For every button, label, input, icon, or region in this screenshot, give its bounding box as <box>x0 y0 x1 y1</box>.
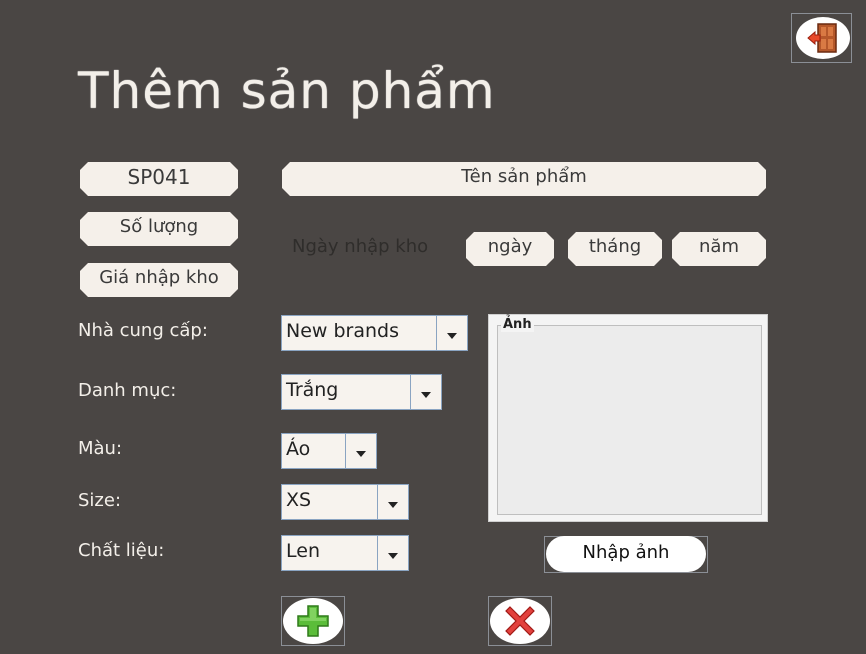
chevron-down-icon[interactable] <box>437 316 467 350</box>
size-value: XS <box>282 485 378 519</box>
x-icon <box>505 606 535 636</box>
supplier-value: New brands <box>282 316 437 350</box>
category-label: Danh mục: <box>78 380 177 401</box>
import-image-button[interactable]: Nhập ảnh <box>546 536 706 572</box>
day-field[interactable]: ngày <box>466 232 554 266</box>
color-select[interactable]: Áo <box>281 433 377 469</box>
supplier-select[interactable]: New brands <box>281 315 468 351</box>
page-title: Thêm sản phẩm <box>78 62 496 120</box>
chevron-down-icon[interactable] <box>378 536 408 570</box>
material-label: Chất liệu: <box>78 540 165 561</box>
image-panel: Ảnh <box>488 314 768 522</box>
quantity-field[interactable]: Số lượng <box>80 212 238 246</box>
cancel-button[interactable] <box>490 598 550 644</box>
size-select[interactable]: XS <box>281 484 409 520</box>
image-preview-area <box>497 325 762 515</box>
chevron-down-icon[interactable] <box>346 434 376 468</box>
category-select[interactable]: Trắng <box>281 374 442 410</box>
size-label: Size: <box>78 490 122 511</box>
image-panel-caption: Ảnh <box>501 317 534 332</box>
chevron-down-icon[interactable] <box>378 485 408 519</box>
exit-button[interactable] <box>796 17 850 59</box>
material-value: Len <box>282 536 378 570</box>
product-id-field[interactable]: SP041 <box>80 162 238 196</box>
product-name-field[interactable]: Tên sản phẩm <box>282 162 766 196</box>
import-price-field[interactable]: Giá nhập kho <box>80 263 238 297</box>
chevron-down-icon[interactable] <box>411 375 441 409</box>
import-date-label: Ngày nhập kho <box>292 236 429 257</box>
color-label: Màu: <box>78 438 123 459</box>
door-exit-icon <box>807 23 837 53</box>
month-field[interactable]: tháng <box>568 232 662 266</box>
year-field[interactable]: năm <box>672 232 766 266</box>
color-value: Áo <box>282 434 346 468</box>
plus-icon <box>297 605 329 637</box>
supplier-label: Nhà cung cấp: <box>78 320 208 341</box>
category-value: Trắng <box>282 375 411 409</box>
add-button[interactable] <box>283 598 343 644</box>
material-select[interactable]: Len <box>281 535 409 571</box>
